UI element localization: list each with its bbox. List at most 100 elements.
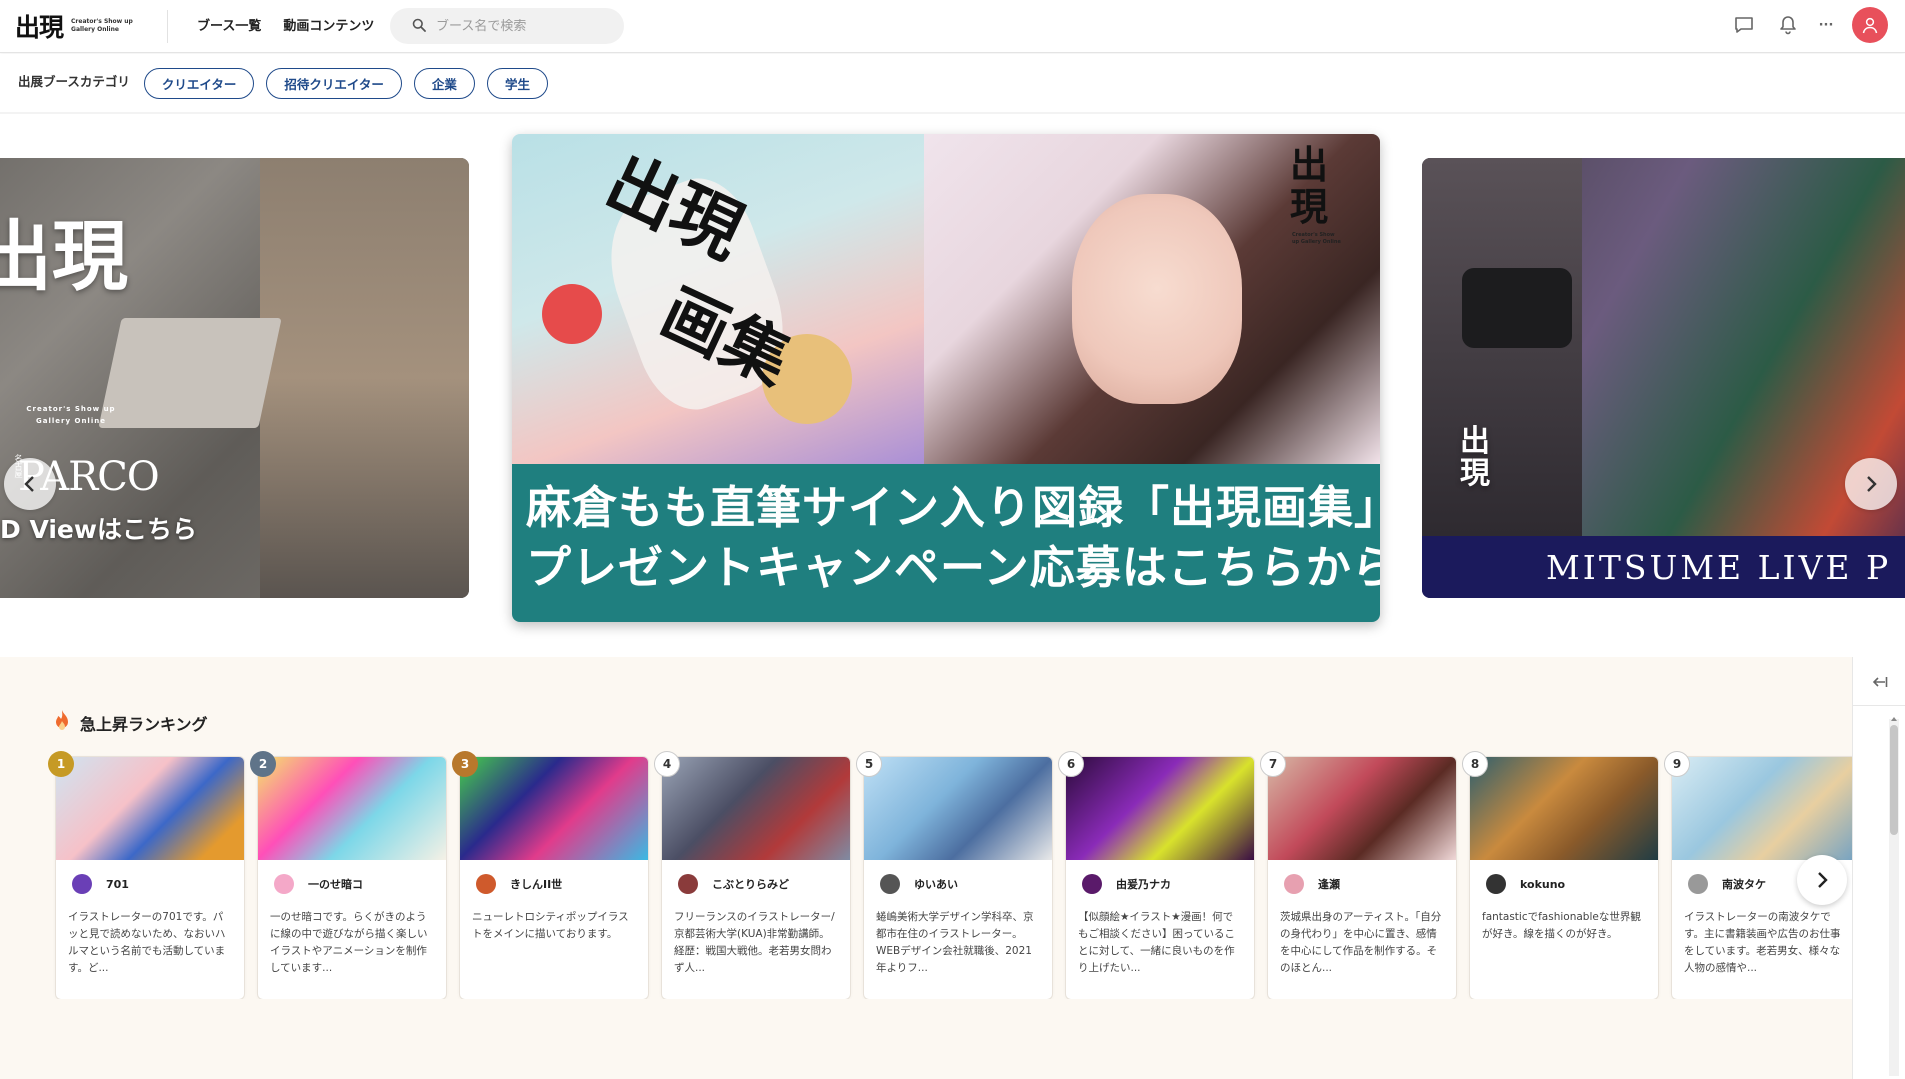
card-description: イラストレーターの南波タケです。主に書籍装画や広告のお仕事をしています。老若男女… <box>1684 911 1841 974</box>
carousel-slide-mitsume[interactable]: 出現 MITSUME LIVE P <box>1422 158 1905 598</box>
card-thumbnail[interactable] <box>1470 757 1658 860</box>
carousel-prev-button[interactable] <box>4 458 56 510</box>
card-thumbnail[interactable] <box>1066 757 1254 860</box>
slide-logo: 出現 <box>0 212 128 301</box>
author-avatar <box>1284 874 1304 894</box>
category-pill-student[interactable]: 学生 <box>486 67 548 99</box>
rank-badge: 4 <box>654 751 680 777</box>
slide-3d-view-link[interactable]: D Viewはこちら <box>0 510 197 546</box>
collapse-arrow-icon <box>1872 677 1888 687</box>
card-author[interactable]: 由爰乃ナカ <box>1082 874 1171 894</box>
rank-badge: 8 <box>1462 751 1488 777</box>
category-filter-bar: 出展ブースカテゴリ クリエイター 招待クリエイター 企業 学生 <box>0 54 1905 112</box>
card-description: 蜷嶋美術大学デザイン学科卒、京都市在住のイラストレーター。WEBデザイン会社就職… <box>876 911 1034 974</box>
ranking-card[interactable]: ゆいあい 蜷嶋美術大学デザイン学科卒、京都市在住のイラストレーター。WEBデザイ… <box>864 757 1052 999</box>
card-author[interactable]: 701 <box>72 874 129 894</box>
card-thumbnail[interactable] <box>1672 757 1852 860</box>
author-avatar <box>274 874 294 894</box>
category-pill-company[interactable]: 企業 <box>413 67 475 99</box>
artbook-illustration: 出現 画集 <box>512 134 924 464</box>
campaign-headline-2: プレゼントキャンペーン応募はこちらから! <box>526 541 1380 594</box>
trending-ranking-section: 急上昇ランキング 701 イラストレーターの701です。パッと見で読めないため、… <box>0 657 1852 1079</box>
author-name: kokuno <box>1520 877 1566 891</box>
slide-logo-subtitle: Creator's Show up Gallery Online <box>26 405 116 425</box>
card-description: ニューレトロシティポップイラストをメインに描いております。 <box>472 911 629 940</box>
ranking-card[interactable]: 由爰乃ナカ 【似顔絵★イラスト★漫画！何でもご相談ください】困っていることに対し… <box>1066 757 1254 999</box>
author-name: 一のせ暗コ <box>308 878 363 891</box>
user-avatar[interactable] <box>1852 7 1888 43</box>
author-name: 由爰乃ナカ <box>1116 878 1171 891</box>
nav-video-content[interactable]: 動画コンテンツ <box>283 15 374 34</box>
mask-shape <box>1462 268 1572 348</box>
side-rail <box>1852 657 1905 1079</box>
search-bar[interactable] <box>390 8 624 44</box>
card-author[interactable]: kokuno <box>1486 874 1565 894</box>
header-actions: ··· <box>1732 7 1888 43</box>
card-thumbnail[interactable] <box>258 757 446 860</box>
artist-face <box>1072 194 1242 404</box>
collapse-panel-button[interactable] <box>1866 669 1892 695</box>
carousel-next-button[interactable] <box>1845 458 1897 510</box>
card-description: フリーランスのイラストレーター/京都芸術大学(KUA)非常勤講師。経歴：戦国大戦… <box>674 911 835 974</box>
ranking-card[interactable]: きしんII世 ニューレトロシティポップイラストをメインに描いております。 <box>460 757 648 999</box>
more-menu-icon[interactable]: ··· <box>1819 13 1834 37</box>
rank-badge: 7 <box>1260 751 1286 777</box>
author-name: 逢瀬 <box>1318 878 1340 891</box>
ranking-title: 急上昇ランキング <box>80 715 208 734</box>
author-avatar <box>678 874 698 894</box>
author-name: ゆいあい <box>914 878 958 891</box>
rank-badge: 9 <box>1664 751 1690 777</box>
card-thumbnail[interactable] <box>1268 757 1456 860</box>
carousel-slide-parco[interactable]: 出現 Creator's Show up Gallery Online 名古屋 … <box>0 158 469 598</box>
card-description: 【似顔絵★イラスト★漫画！何でもご相談ください】困っていることに対して、一緒に良… <box>1078 911 1235 974</box>
site-logo[interactable]: 出現 Creator's Show up Gallery Online <box>15 8 133 44</box>
ranking-card[interactable]: 一のせ暗コ 一のせ暗コです。らくがきのように線の中で遊びながら描く楽しいイラスト… <box>258 757 446 999</box>
logo-subtitle: Creator's Show up Gallery Online <box>71 18 133 33</box>
scrollbar[interactable] <box>1889 717 1899 1076</box>
author-name: きしんII世 <box>510 878 563 891</box>
rank-badge: 2 <box>250 751 276 777</box>
ranking-card[interactable]: 逢瀬 茨城県出身のアーティスト。「自分の身代わり」を中心に置き、感情を中心にして… <box>1268 757 1456 999</box>
author-name: こぶとりらみど <box>712 878 789 891</box>
ranking-card-list: 701 イラストレーターの701です。パッと見で読めないため、なおいハルマという… <box>48 751 1852 999</box>
author-name: 南波タケ <box>1722 878 1766 891</box>
card-description: fantasticでfashionableな世界観が好き。線を描くのが好き。 <box>1482 911 1641 940</box>
notification-bell-icon[interactable] <box>1776 13 1800 37</box>
author-avatar <box>476 874 496 894</box>
logo-mark: 出現 <box>15 13 64 42</box>
search-input[interactable] <box>436 18 606 34</box>
card-author[interactable]: ゆいあい <box>880 874 958 894</box>
card-author[interactable]: 南波タケ <box>1688 874 1766 894</box>
scrollbar-thumb[interactable] <box>1890 725 1898 835</box>
author-avatar <box>1688 874 1708 894</box>
carousel-slide-campaign[interactable]: 出現 画集 出現 Creator's Show up Gallery Onlin… <box>512 134 1380 622</box>
gallery-table <box>98 318 282 428</box>
card-author[interactable]: 一のせ暗コ <box>274 874 363 894</box>
scroll-up-arrow[interactable] <box>1890 717 1898 723</box>
category-pill-invited-creator[interactable]: 招待クリエイター <box>266 67 402 99</box>
ranking-header: 急上昇ランキング <box>52 709 208 737</box>
mitsume-banner: MITSUME LIVE P <box>1422 536 1905 598</box>
card-author[interactable]: 逢瀬 <box>1284 874 1340 894</box>
category-pill-creator[interactable]: クリエイター <box>143 67 255 99</box>
ranking-next-button[interactable] <box>1797 855 1847 905</box>
card-thumbnail[interactable] <box>460 757 648 860</box>
rank-badge: 6 <box>1058 751 1084 777</box>
author-avatar <box>1486 874 1506 894</box>
ranking-card[interactable]: 701 イラストレーターの701です。パッと見で読めないため、なおいハルマという… <box>56 757 244 999</box>
search-icon <box>412 17 426 36</box>
chevron-left-icon <box>24 476 34 492</box>
nav-booth-list[interactable]: ブース一覧 <box>197 15 261 34</box>
fire-icon <box>52 709 72 737</box>
card-author[interactable]: こぶとりらみど <box>678 874 789 894</box>
chat-icon[interactable] <box>1732 13 1756 37</box>
card-thumbnail[interactable] <box>864 757 1052 860</box>
card-thumbnail[interactable] <box>662 757 850 860</box>
campaign-headline-1: 麻倉もも直筆サイン入り図録「出現画集」 <box>526 481 1380 534</box>
card-thumbnail[interactable] <box>56 757 244 860</box>
card-author[interactable]: きしんII世 <box>476 874 562 894</box>
card-description: イラストレーターの701です。パッと見で読めないため、なおいハルマという名前でも… <box>68 911 226 974</box>
ranking-card[interactable]: kokuno fantasticでfashionableな世界観が好き。線を描く… <box>1470 757 1658 999</box>
rank-badge: 3 <box>452 751 478 777</box>
ranking-card[interactable]: こぶとりらみど フリーランスのイラストレーター/京都芸術大学(KUA)非常勤講師… <box>662 757 850 999</box>
